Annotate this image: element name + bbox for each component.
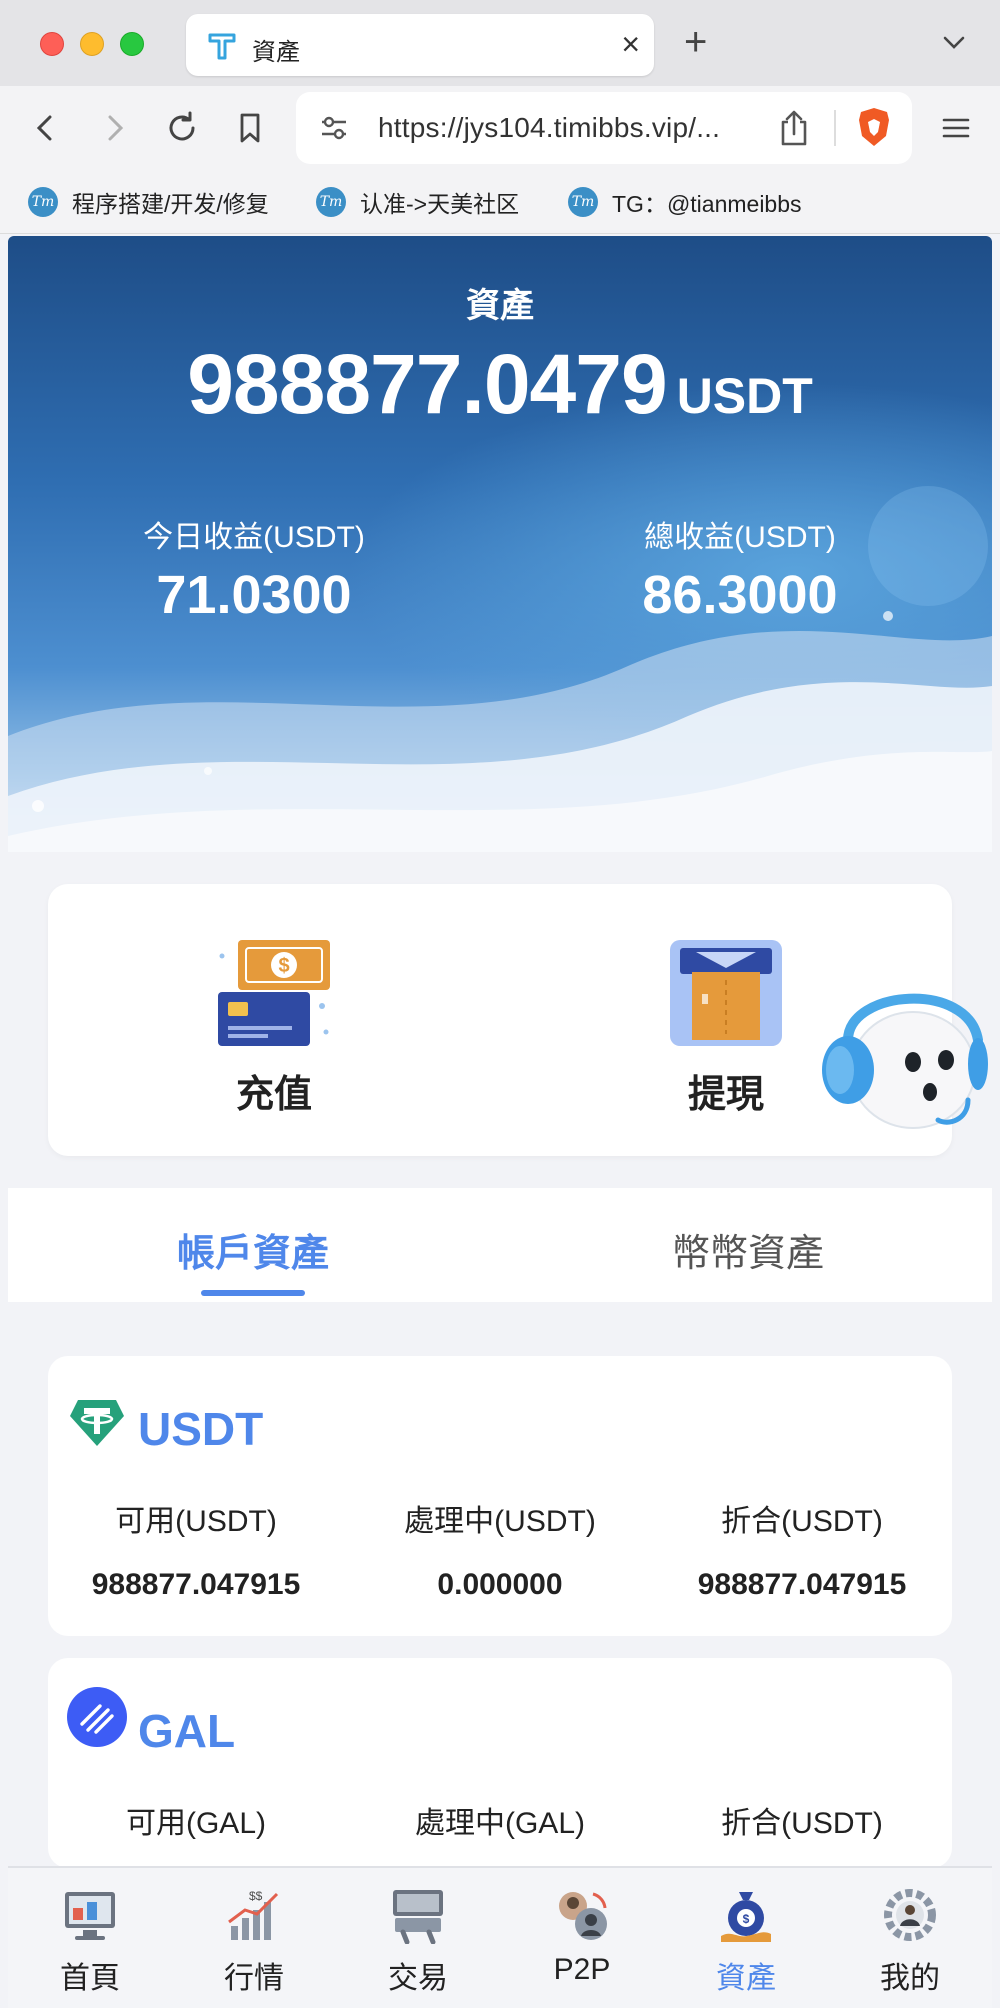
total-earnings-value: 86.3000: [642, 565, 838, 625]
nav-item-market[interactable]: $$ 行情: [194, 1886, 314, 1997]
total-earnings-label: 總收益(USDT): [644, 521, 836, 554]
nav-item-trade[interactable]: 交易: [358, 1886, 478, 1997]
available-column: 可用(USDT) 988877.047915: [46, 1496, 346, 1602]
available-column: 可用(GAL): [46, 1798, 346, 1842]
tab-bar: 資產 × +: [0, 0, 1000, 86]
total-balance: 988877.0479 USDT: [8, 336, 992, 433]
bookmark-item-telegram[interactable]: Tm TG：@tianmeibbs: [568, 184, 802, 220]
browser-toolbar: https://jys104.timibbs.vip/...: [0, 86, 1000, 170]
tab-account-assets[interactable]: 帳戶資產: [103, 1222, 403, 1277]
tm-logo-icon: Tm: [316, 187, 346, 217]
processing-column: 處理中(USDT) 0.000000: [350, 1496, 650, 1602]
bookmark-label: 程序搭建/开发/修复: [72, 191, 269, 217]
nav-item-home[interactable]: 首頁: [30, 1886, 150, 1997]
trade-icon: [393, 1890, 443, 1945]
nav-label: 行情: [224, 1962, 284, 1995]
withdraw-button[interactable]: 提現: [626, 936, 826, 1118]
total-balance-unit: USDT: [676, 368, 813, 424]
site-favicon-icon: [208, 33, 236, 60]
bookmarks-bar: Tm 程序搭建/开发/修复 Tm 认准->天美社区 Tm TG：@tianmei…: [0, 170, 1000, 234]
assets-icon: $: [721, 1892, 771, 1942]
nav-label: 首頁: [60, 1962, 120, 1995]
nav-label: 我的: [880, 1962, 940, 1995]
processing-label: 處理中(GAL): [414, 1807, 585, 1840]
menu-icon[interactable]: [940, 112, 972, 144]
browser-tab-active[interactable]: 資產 ×: [186, 14, 654, 76]
tab-close-icon[interactable]: ×: [621, 26, 640, 62]
market-icon: $$: [228, 1889, 279, 1940]
processing-label: 處理中(USDT): [404, 1505, 596, 1538]
tm-logo-icon: Tm: [28, 187, 58, 217]
assets-hero-banner: 資產 988877.0479 USDT 今日收益(USDT) 71.0300 總收…: [8, 236, 992, 852]
active-tab-indicator: [201, 1290, 305, 1296]
url-text: https://jys104.timibbs.vip/...: [378, 112, 721, 143]
deposit-label: 充值: [235, 1074, 312, 1116]
gal-logo-icon: [67, 1687, 127, 1747]
nav-item-assets[interactable]: $ 資產: [686, 1886, 806, 1997]
tm-logo-icon: Tm: [568, 187, 598, 217]
site-settings-icon[interactable]: [318, 112, 350, 144]
divider: [834, 110, 836, 146]
customer-service-icon[interactable]: [818, 980, 988, 1140]
equivalent-label: 折合(USDT): [721, 1505, 883, 1538]
share-icon[interactable]: [776, 108, 812, 148]
maximize-window-button[interactable]: [120, 32, 144, 56]
processing-column: 處理中(GAL): [350, 1798, 650, 1842]
bookmark-item-community[interactable]: Tm 认准->天美社区: [316, 184, 519, 220]
nav-label: 資產: [716, 1962, 776, 1995]
today-earnings-label: 今日收益(USDT): [143, 521, 365, 554]
address-bar[interactable]: https://jys104.timibbs.vip/...: [296, 92, 912, 164]
tether-logo-icon: [70, 1400, 124, 1446]
withdraw-atm-icon: [670, 940, 782, 1046]
chevron-down-icon[interactable]: [940, 28, 968, 56]
svg-text:$$: $$: [249, 1889, 263, 1903]
equivalent-column: 折合(USDT): [652, 1798, 952, 1842]
available-label: 可用(GAL): [125, 1807, 266, 1840]
nav-item-profile[interactable]: 我的: [850, 1886, 970, 1997]
total-earnings: 總收益(USDT) 86.3000: [590, 512, 890, 626]
brave-shield-icon[interactable]: [856, 106, 892, 148]
nav-item-p2p[interactable]: P2P: [522, 1886, 642, 1987]
total-balance-amount: 988877.0479: [187, 337, 668, 431]
close-window-button[interactable]: [40, 32, 64, 56]
deposit-money-icon: $: [218, 940, 330, 1046]
new-tab-icon[interactable]: +: [684, 20, 707, 64]
bookmark-icon[interactable]: [230, 108, 270, 148]
coin-name: USDT: [138, 1403, 264, 1455]
today-earnings-value: 71.0300: [156, 565, 352, 625]
coin-name: GAL: [138, 1705, 236, 1757]
home-icon: [65, 1892, 115, 1940]
hero-title: 資產: [466, 287, 534, 325]
minimize-window-button[interactable]: [80, 32, 104, 56]
forward-icon[interactable]: [94, 108, 134, 148]
svg-text:$: $: [743, 1912, 750, 1926]
bookmark-label: TG：@tianmeibbs: [612, 191, 802, 217]
available-label: 可用(USDT): [115, 1505, 277, 1538]
equivalent-label: 折合(USDT): [721, 1807, 883, 1840]
profile-icon: [884, 1889, 936, 1941]
nav-label: 交易: [388, 1962, 448, 1995]
equivalent-value: 988877.047915: [697, 1568, 907, 1601]
p2p-icon: [559, 1892, 607, 1940]
bottom-nav: 首頁 $$ 行情 交易 P2P $ 資產 我的: [8, 1866, 992, 2008]
browser-window: 資產 × + https://jys104.timibbs.vip/... Tm…: [0, 0, 1000, 2008]
svg-text:$: $: [278, 955, 289, 977]
coin-card-gal[interactable]: GAL 可用(GAL) 處理中(GAL) 折合(USDT): [48, 1658, 952, 1868]
nav-label: P2P: [553, 1953, 611, 1986]
back-icon[interactable]: [26, 108, 66, 148]
available-value: 988877.047915: [91, 1568, 301, 1601]
bookmark-label: 认准->天美社区: [360, 191, 520, 217]
tab-coin-assets[interactable]: 幣幣資產: [598, 1222, 898, 1277]
deposit-button[interactable]: $ 充值: [174, 936, 374, 1118]
equivalent-column: 折合(USDT) 988877.047915: [652, 1496, 952, 1602]
processing-value: 0.000000: [437, 1568, 563, 1601]
reload-icon[interactable]: [162, 108, 202, 148]
tab-title: 資產: [252, 39, 300, 66]
today-earnings: 今日收益(USDT) 71.0300: [104, 512, 404, 626]
asset-tabs: 帳戶資產 幣幣資產: [8, 1188, 992, 1302]
coin-card-usdt[interactable]: USDT 可用(USDT) 988877.047915 處理中(USDT) 0.…: [48, 1356, 952, 1636]
action-card: $ 充值 提現: [48, 884, 952, 1156]
withdraw-label: 提現: [687, 1074, 764, 1116]
bookmark-item-dev[interactable]: Tm 程序搭建/开发/修复: [28, 184, 269, 220]
